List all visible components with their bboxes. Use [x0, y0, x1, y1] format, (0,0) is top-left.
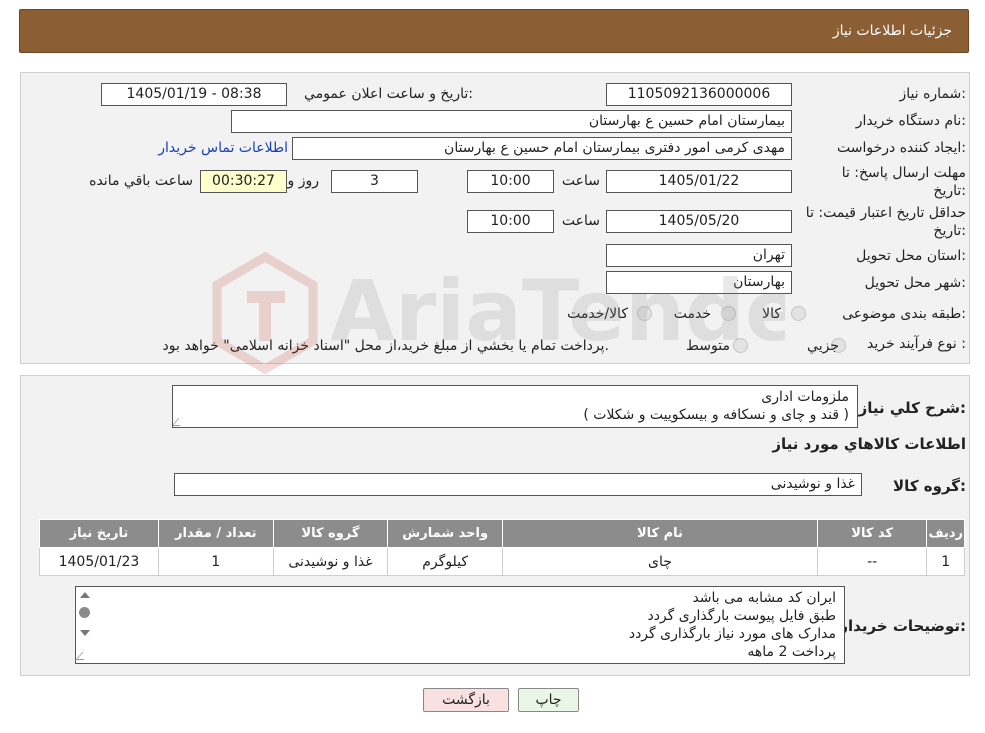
category-goods-service-label: كالا/خدمت [567, 306, 628, 322]
summary-line-2: ( قند و چای و نسکافه و بیسکوییت و شکلات … [583, 407, 849, 423]
buyer-notes-label: توضيحات خريدار: [839, 617, 966, 635]
need-number-field: 1105092136000006 [606, 83, 792, 106]
need-number-label: شماره نیاز: [899, 86, 966, 102]
validity-date-field: 1405/05/20 [606, 210, 792, 233]
col-quantity: تعداد / مقدار [157, 519, 274, 548]
category-goods-service-radio[interactable] [637, 306, 652, 321]
print-button[interactable]: چاپ [518, 688, 579, 712]
buyer-note-line-1: ایران کد مشابه می باشد [692, 590, 836, 606]
buyer-note-line-4: پرداخت 2 ماهه [747, 644, 836, 660]
col-goods-group: گروه كالا [272, 519, 389, 548]
reply-time-label: ساعت [561, 173, 600, 189]
goods-group-label: گروه كالا: [893, 477, 966, 495]
city-field: بهارستان [606, 271, 792, 294]
category-service-radio[interactable] [721, 306, 736, 321]
scroll-up-arrow-icon[interactable] [80, 592, 90, 598]
validity-label-date: تاريخ: [933, 223, 966, 239]
col-item-code: كد كالا [816, 519, 928, 548]
category-goods-radio[interactable] [791, 306, 806, 321]
category-goods-label: كالا [762, 306, 781, 322]
validity-time-field: 10:00 [467, 210, 554, 233]
table-row: 1 -- چای کیلوگرم غذا و نوشیدنی 1 1405/01… [39, 547, 965, 576]
process-type-label: نوع فرآيند خريد : [867, 336, 966, 352]
col-need-date: تاريخ نياز [39, 519, 159, 548]
announce-label: تاریخ و ساعت اعلان عمومي: [304, 86, 473, 102]
remaining-label: ساعت باقي مانده [89, 173, 193, 189]
notes-resize-handle-icon[interactable] [75, 652, 91, 660]
validity-label: حداقل تاريخ اعتبار قيمت: تا [805, 205, 966, 221]
category-label: طبقه بندی موضوعی: [842, 306, 966, 322]
cell-item-name: چای [502, 547, 818, 576]
page-title: جزئیات اطلاعات نیاز [832, 23, 952, 39]
buyer-org-field: بیمارستان امام حسین ع بهارستان [231, 110, 792, 133]
cell-quantity: 1 [157, 547, 274, 576]
cell-need-date: 1405/01/23 [39, 547, 159, 576]
goods-group-field: غذا و نوشیدنی [174, 473, 862, 496]
process-note: پرداخت تمام يا بخشي از مبلغ خريد،از محل … [162, 338, 609, 354]
requester-label: ايجاد كننده درخواست: [837, 140, 966, 156]
province-field: تهران [606, 244, 792, 267]
buyer-note-line-2: طبق فایل پیوست بارگذاری گردد [647, 608, 836, 624]
process-minor-label: جزيي [807, 338, 839, 354]
page-header: جزئیات اطلاعات نیاز [19, 9, 969, 53]
buyer-notes-textarea: ایران کد مشابه می باشد طبق فایل پیوست با… [75, 586, 845, 664]
cell-unit: کیلوگرم [387, 547, 504, 576]
buyer-org-label: نام دستگاه خريدار: [855, 113, 966, 129]
col-row-number: رديف [926, 519, 965, 548]
items-section-title: اطلاعات كالاهاي مورد نياز [772, 435, 966, 453]
process-medium-label: متوسط [686, 338, 730, 354]
notes-scrollbar[interactable] [75, 588, 94, 662]
province-label: استان محل تحويل: [856, 248, 966, 264]
scroll-dot-icon[interactable] [79, 607, 90, 618]
summary-textarea: ملزومات اداری ( قند و چای و نسکافه و بیس… [172, 385, 858, 428]
buyer-note-line-3: مدارک های مورد نیاز بارگذاری گردد [628, 626, 836, 642]
items-table-header: رديف كد كالا نام كالا واحد شمارش گروه كا… [39, 519, 965, 548]
summary-label: شرح كلي نياز: [858, 399, 966, 417]
reply-deadline-label-date: تاريخ: [933, 183, 966, 199]
city-label: شهر محل تحويل: [864, 275, 966, 291]
remaining-time-field: 00:30:27 [200, 170, 287, 193]
category-service-label: خدمت [673, 306, 711, 322]
process-medium-radio[interactable] [733, 338, 748, 353]
cell-goods-group: غذا و نوشیدنی [272, 547, 389, 576]
days-label: روز و [287, 173, 320, 189]
back-button[interactable]: بازگشت [423, 688, 509, 712]
validity-time-label: ساعت [561, 213, 600, 229]
days-field: 3 [331, 170, 418, 193]
col-item-name: نام كالا [502, 519, 818, 548]
summary-line-1: ملزومات اداری [761, 389, 849, 405]
reply-deadline-label: مهلت ارسال پاسخ: تا [841, 165, 966, 181]
buyer-contact-link[interactable]: اطلاعات تماس خريدار [158, 140, 288, 156]
cell-row-number: 1 [926, 547, 965, 576]
reply-time-field: 10:00 [467, 170, 554, 193]
announce-datetime-field: 1405/01/19 - 08:38 [101, 83, 287, 106]
cell-item-code: -- [816, 547, 928, 576]
col-unit: واحد شمارش [387, 519, 504, 548]
items-table: رديف كد كالا نام كالا واحد شمارش گروه كا… [39, 519, 965, 576]
requester-field: مهدی کرمی امور دفتری بیمارستان امام حسین… [292, 137, 792, 160]
reply-date-field: 1405/01/22 [606, 170, 792, 193]
scroll-down-arrow-icon[interactable] [80, 630, 90, 636]
